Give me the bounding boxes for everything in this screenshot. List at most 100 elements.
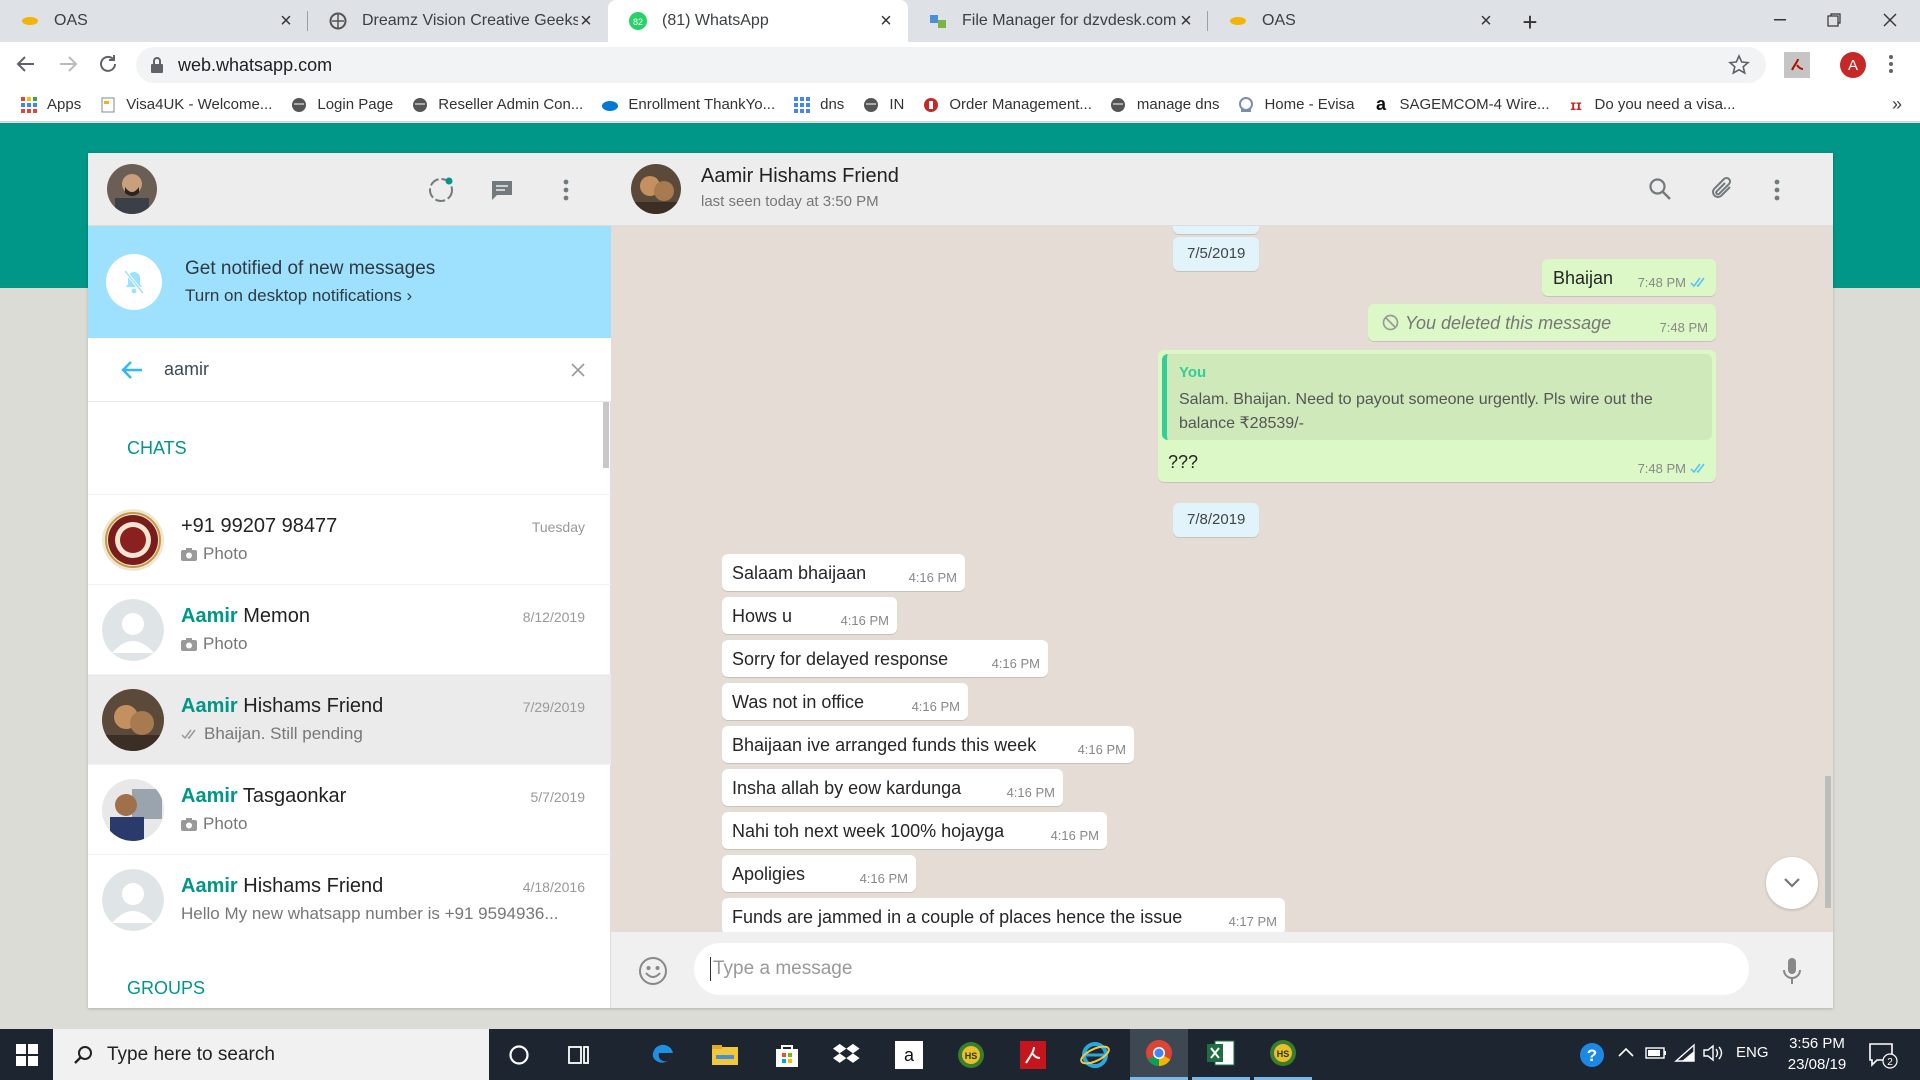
menu-icon[interactable] [563,179,569,201]
incoming-message[interactable]: Bhaijaan ive arranged funds this week 4:1… [722,726,1134,763]
browser-tab-oas-2[interactable]: OAS × [1208,0,1508,42]
chat-list-item[interactable]: Aamir Tasgaonkar 5/7/2019 Photo [88,764,611,854]
outgoing-quoted-message[interactable]: You Salam. Bhaijan. Need to payout someo… [1158,350,1716,482]
bookmark-visa-question[interactable]: ɪɪ Do you need a visa... [1568,96,1735,113]
chat-list-item[interactable]: Aamir Hishams Friend 4/18/2016 Hello My n… [88,854,611,944]
close-tab-icon[interactable]: × [878,10,894,32]
bookmark-manage-dns[interactable]: manage dns [1110,96,1219,113]
emoji-icon[interactable] [638,956,668,986]
close-tab-icon[interactable]: × [1478,10,1494,32]
cortana-icon[interactable] [490,1029,548,1080]
attach-icon[interactable] [1710,176,1736,202]
deleted-message[interactable]: You deleted this message 7:48 PM [1368,304,1716,341]
minimize-button[interactable] [1752,0,1808,40]
incoming-message[interactable]: Was not in office 4:16 PM [722,683,968,720]
incoming-message[interactable]: Apoligies 4:16 PM [722,855,916,892]
browser-tab-strip: OAS × Dreamz Vision Creative Geeks Pv × … [0,0,1920,42]
close-tab-icon[interactable]: × [578,10,594,32]
store-icon[interactable] [758,1029,816,1080]
bookmark-order-management[interactable]: Order Management... [922,96,1092,113]
bookmark-dns[interactable]: dns [793,96,844,113]
task-view-icon[interactable] [550,1029,608,1080]
new-chat-icon[interactable] [490,178,514,202]
restore-button[interactable] [1806,0,1862,40]
notification-banner[interactable]: Get notified of new messages Turn on des… [88,226,611,338]
bookmark-star-icon[interactable] [1728,54,1750,76]
action-center-icon[interactable]: 2 [1868,1041,1898,1069]
volume-icon[interactable] [1702,1043,1724,1063]
chevron-up-icon[interactable] [1618,1047,1634,1057]
bookmark-sagemcom[interactable]: a SAGEMCOM-4 Wire... [1372,94,1550,114]
outgoing-message[interactable]: Bhaijan 7:48 PM [1542,259,1716,296]
search-input[interactable]: aamir [164,359,571,380]
chat-list-item[interactable]: Aamir Memon 8/12/2019 Photo [88,584,611,674]
scroll-down-button[interactable] [1766,857,1818,909]
microphone-icon[interactable] [1782,957,1802,985]
file-explorer-icon[interactable] [696,1029,754,1080]
chat-list-item[interactable]: +91 99207 98477 Tuesday Photo [88,494,611,584]
my-profile-avatar[interactable] [107,164,157,214]
close-tab-icon[interactable]: × [1178,10,1194,32]
hs-app-icon[interactable]: HS [942,1029,1000,1080]
acrobat-icon[interactable] [1004,1029,1062,1080]
bookmark-login-page[interactable]: Login Page [290,96,393,113]
clear-search-icon[interactable] [571,362,585,377]
incoming-message[interactable]: Nahi toh next week 100% hojayga 4:16 PM [722,812,1107,849]
forward-icon[interactable] [56,52,80,76]
amazon-icon[interactable]: a [880,1029,938,1080]
bookmarks-overflow-button[interactable]: » [1892,94,1902,115]
chat-list-item-selected[interactable]: Aamir Hishams Friend 7/29/2019 Bhaijan. S… [88,674,611,764]
page-icon [99,96,116,113]
bookmark-reseller-admin[interactable]: Reseller Admin Con... [411,96,583,113]
enable-notifications-link[interactable]: Turn on desktop notifications › [185,286,435,306]
excel-icon[interactable] [1192,1029,1250,1080]
bookmark-visa4uk[interactable]: Visa4UK - Welcome... [99,96,272,113]
window-close-button[interactable] [1862,0,1918,40]
incoming-message[interactable]: Salaam bhaijaan 4:16 PM [722,554,965,591]
system-clock[interactable]: 3:56 PM 23/08/19 [1782,1033,1852,1075]
address-bar[interactable]: web.whatsapp.com [136,47,1766,83]
back-arrow-icon[interactable] [120,359,144,381]
search-icon[interactable] [1648,177,1672,201]
quoted-message[interactable]: You Salam. Bhaijan. Need to payout someo… [1162,354,1712,440]
internet-explorer-icon[interactable] [1066,1029,1124,1080]
incoming-message[interactable]: Sorry for delayed response 4:16 PM [722,640,1048,677]
browser-tab-whatsapp[interactable]: 82 (81) WhatsApp × [608,0,908,42]
browser-tab-dreamz[interactable]: Dreamz Vision Creative Geeks Pv × [308,0,608,42]
pdf-extension-icon[interactable] [1784,52,1810,78]
windows-start-icon[interactable] [0,1029,53,1080]
status-icon[interactable] [427,176,455,204]
edge-icon[interactable] [634,1029,692,1080]
incoming-message[interactable]: Insha allah by eow kardunga 4:16 PM [722,769,1063,806]
messages-scrollbar[interactable] [1825,776,1831,908]
conversation-header[interactable]: Aamir Hishams Friend last seen today at … [611,153,1833,226]
bookmark-enrollment[interactable]: Enrollment ThankYo... [601,96,775,113]
hs-app-2-icon[interactable]: HS [1254,1029,1312,1080]
close-tab-icon[interactable]: × [278,10,294,32]
browser-tab-file-manager[interactable]: File Manager for dzvdesk.com - F × [908,0,1208,42]
wifi-icon[interactable] [1674,1043,1696,1063]
language-indicator[interactable]: ENG [1736,1044,1769,1061]
new-tab-button[interactable]: + [1516,7,1544,37]
chrome-taskbar-icon[interactable] [1130,1029,1188,1080]
help-icon[interactable]: ? [1578,1041,1606,1069]
browser-tab-oas[interactable]: OAS × [0,0,308,42]
bookmark-apps[interactable]: Apps [20,96,81,113]
bookmark-in[interactable]: IN [862,96,904,113]
contact-avatar[interactable] [631,164,681,214]
bookmark-home-evisa[interactable]: Home - Evisa [1237,96,1354,113]
profile-avatar[interactable]: A [1840,52,1866,78]
message-input[interactable]: Type a message [694,943,1749,995]
chrome-menu-icon[interactable] [1888,54,1894,74]
message-text: Nahi toh next week 100% hojayga [732,821,1005,841]
incoming-message[interactable]: Funds are jammed in a couple of places h… [722,898,1285,932]
reload-icon[interactable] [96,52,120,76]
conversation-menu-icon[interactable] [1774,179,1780,201]
back-icon[interactable] [14,52,38,76]
chat-list-scrollbar[interactable] [603,402,609,468]
dropbox-icon[interactable] [818,1029,876,1080]
taskbar-search-box[interactable]: Type here to search [53,1029,489,1080]
message-list: 7/5/2019 7/5/2019 Bhaijan 7:48 PM You de… [611,226,1833,932]
battery-icon[interactable] [1645,1045,1667,1061]
incoming-message[interactable]: Hows u 4:16 PM [722,597,897,634]
